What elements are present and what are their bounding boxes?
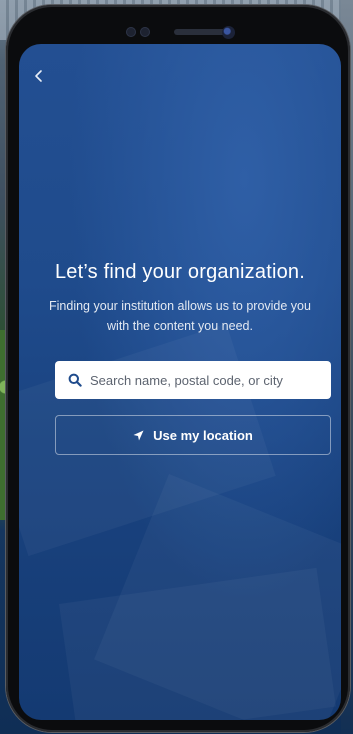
sensor-dot: [140, 27, 150, 37]
back-button[interactable]: [33, 66, 53, 86]
use-my-location-label: Use my location: [153, 427, 253, 443]
search-icon: [68, 373, 82, 387]
search-field[interactable]: [55, 361, 331, 399]
chevron-left-icon: [35, 70, 42, 82]
phone-top-bezel: [6, 5, 350, 49]
front-camera: [222, 26, 235, 39]
bg-facet: [59, 567, 336, 720]
use-my-location-button[interactable]: Use my location: [55, 415, 331, 455]
sensor-dot: [126, 27, 136, 37]
phone-frame: Let’s find your organization. Finding yo…: [6, 5, 350, 732]
app-screen: Let’s find your organization. Finding yo…: [19, 44, 341, 720]
page-subtitle: Finding your institution allows us to pr…: [49, 299, 311, 333]
page-title: Let’s find your organization.: [54, 261, 306, 283]
location-arrow-icon: [133, 430, 144, 440]
search-input[interactable]: [88, 371, 322, 389]
